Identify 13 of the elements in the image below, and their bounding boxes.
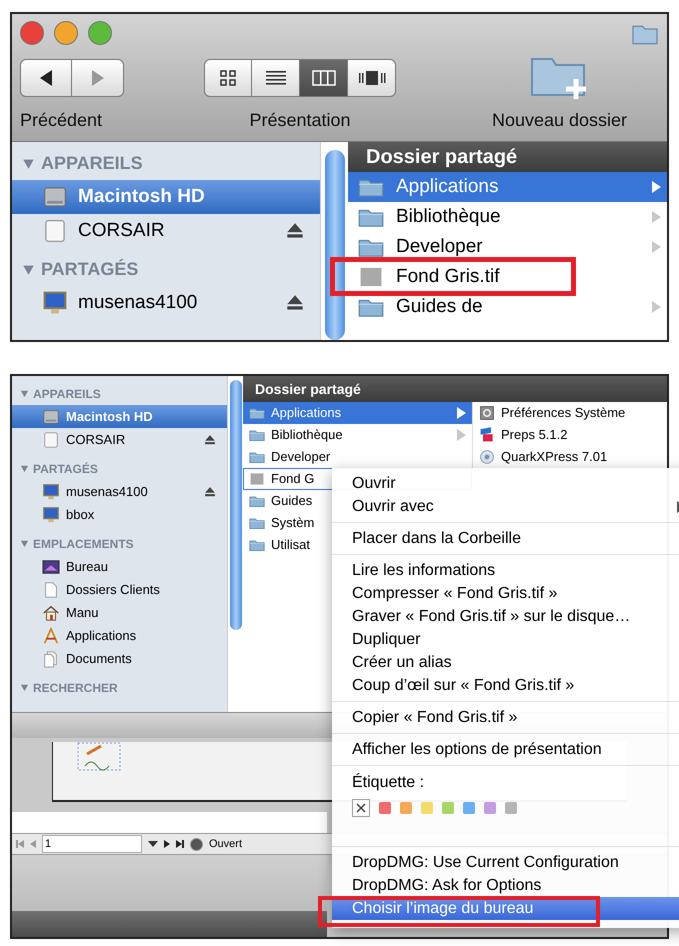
toolbar-label: Présentation bbox=[249, 109, 351, 132]
column-header: Dossier partagé bbox=[348, 142, 667, 172]
sidebar-section-title: APPAREILS bbox=[41, 152, 143, 174]
sidebar-section-title: EMPLACEMENTS bbox=[33, 536, 134, 552]
sidebar-section-title: PARTAGÉS bbox=[33, 460, 98, 478]
toolbar-label: Précédent bbox=[20, 109, 102, 132]
sidebar-section-title: RECHERCHER bbox=[33, 680, 118, 696]
column-header: Dossier partagé bbox=[243, 376, 667, 402]
sidebar-section-title: APPAREILS bbox=[33, 386, 101, 402]
status-text: Ouvert bbox=[209, 836, 242, 852]
toolbar-label: Nouveau dossier bbox=[492, 109, 628, 132]
menu-label: Étiquette : bbox=[352, 772, 426, 793]
sidebar-section-title: PARTAGÉS bbox=[41, 258, 138, 280]
